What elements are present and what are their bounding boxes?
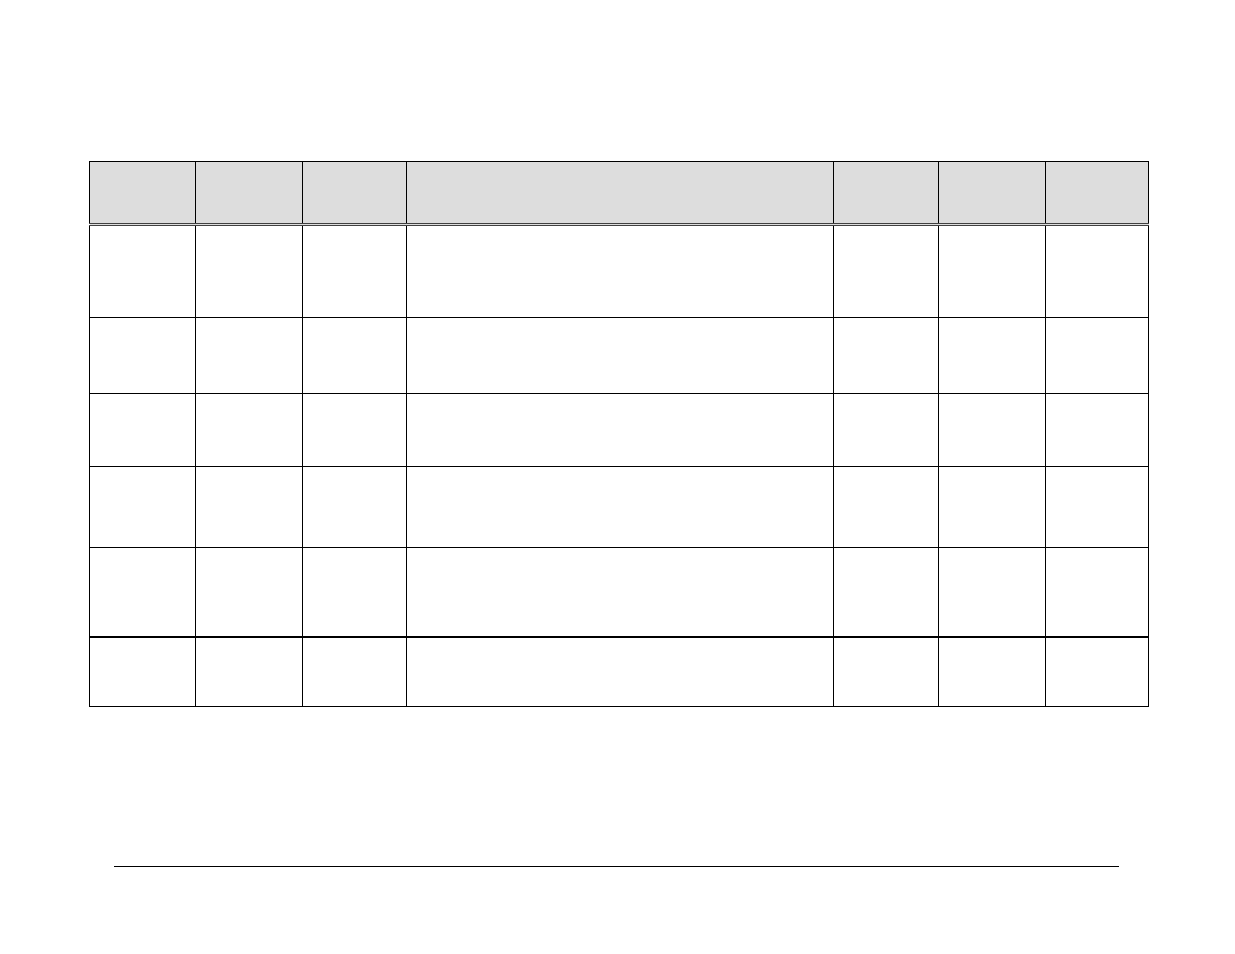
- table-cell: [939, 467, 1046, 548]
- table-cell: [834, 225, 939, 318]
- table-cell: [939, 318, 1046, 394]
- table-cell: [1046, 318, 1149, 394]
- table-header-cell: [1046, 162, 1149, 225]
- table-cell: [303, 225, 407, 318]
- table-cell: [939, 394, 1046, 467]
- table-header-cell: [303, 162, 407, 225]
- table-cell: [407, 637, 834, 707]
- table-cell: [834, 318, 939, 394]
- table-header-row: [90, 162, 1149, 225]
- table-cell: [407, 318, 834, 394]
- table-cell: [1046, 637, 1149, 707]
- footer-divider: [114, 866, 1119, 867]
- table-cell: [407, 225, 834, 318]
- table-cell: [303, 318, 407, 394]
- table-cell: [90, 637, 196, 707]
- table: [89, 161, 1149, 707]
- table-cell: [834, 637, 939, 707]
- table-cell: [834, 394, 939, 467]
- table-header-cell: [407, 162, 834, 225]
- table-cell: [196, 318, 303, 394]
- table-row: [90, 548, 1149, 637]
- table-cell: [90, 467, 196, 548]
- table-cell: [407, 548, 834, 637]
- table-cell: [90, 394, 196, 467]
- table-header-cell: [90, 162, 196, 225]
- table-row: [90, 467, 1149, 548]
- table-cell: [303, 467, 407, 548]
- table-cell: [1046, 467, 1149, 548]
- table-cell: [1046, 548, 1149, 637]
- table-row: [90, 637, 1149, 707]
- table-header-cell: [939, 162, 1046, 225]
- table-cell: [196, 637, 303, 707]
- table-cell: [196, 394, 303, 467]
- table-cell: [407, 467, 834, 548]
- table-cell: [303, 548, 407, 637]
- table-cell: [90, 548, 196, 637]
- table-cell: [939, 637, 1046, 707]
- data-table: [89, 161, 1148, 707]
- table-row: [90, 318, 1149, 394]
- table-header-cell: [834, 162, 939, 225]
- table-cell: [939, 548, 1046, 637]
- table-cell: [939, 225, 1046, 318]
- table-cell: [303, 637, 407, 707]
- table-cell: [90, 225, 196, 318]
- table-cell: [1046, 394, 1149, 467]
- table-cell: [1046, 225, 1149, 318]
- table-row: [90, 225, 1149, 318]
- table-cell: [834, 467, 939, 548]
- table-cell: [303, 394, 407, 467]
- table-cell: [196, 467, 303, 548]
- table-row: [90, 394, 1149, 467]
- table-cell: [196, 225, 303, 318]
- table-cell: [196, 548, 303, 637]
- table-cell: [834, 548, 939, 637]
- table-cell: [407, 394, 834, 467]
- table-header-cell: [196, 162, 303, 225]
- table-cell: [90, 318, 196, 394]
